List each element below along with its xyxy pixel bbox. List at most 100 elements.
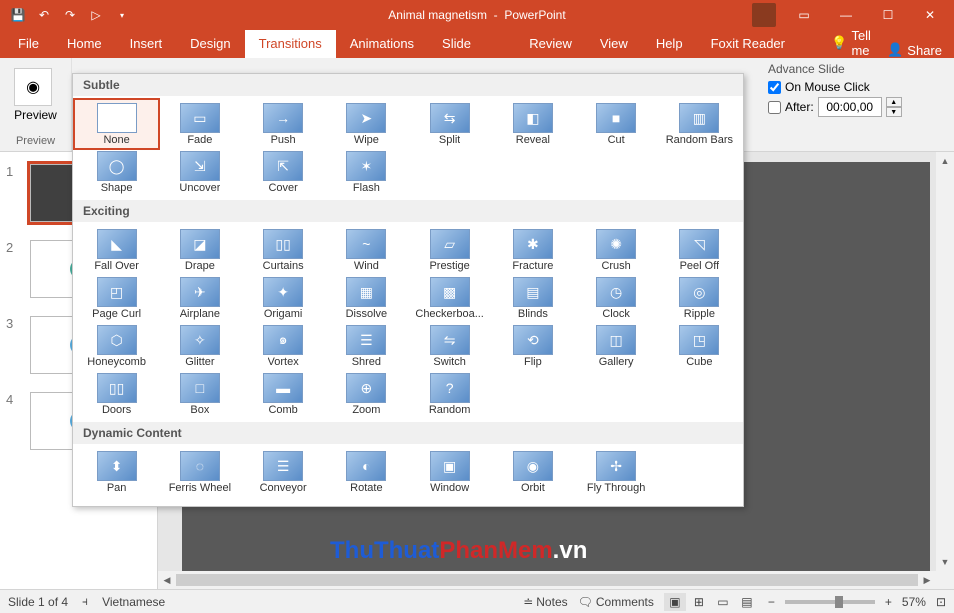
- preview-button[interactable]: ◉ Preview: [14, 62, 57, 122]
- transition-checkerboa-[interactable]: ▩Checkerboa...: [408, 274, 491, 322]
- transition-reveal[interactable]: ◧Reveal: [491, 100, 574, 148]
- after-time-spinner[interactable]: ▲▼: [886, 97, 902, 117]
- transition-uncover[interactable]: ⇲Uncover: [158, 148, 241, 196]
- transition-drape[interactable]: ◪Drape: [158, 226, 241, 274]
- transition-airplane[interactable]: ✈Airplane: [158, 274, 241, 322]
- transition-flash[interactable]: ✶Flash: [325, 148, 408, 196]
- zoom-in-icon[interactable]: +: [885, 595, 892, 609]
- zoom-slider[interactable]: [785, 600, 875, 604]
- transition-origami[interactable]: ✦Origami: [242, 274, 325, 322]
- sorter-view-icon[interactable]: ⊞: [688, 593, 710, 611]
- tab-home[interactable]: Home: [53, 30, 116, 58]
- fit-to-window-icon[interactable]: ⊡: [936, 595, 946, 609]
- transition-flip[interactable]: ⟲Flip: [491, 322, 574, 370]
- transition-label: Fly Through: [587, 482, 646, 494]
- transition-none[interactable]: None: [75, 100, 158, 148]
- transition-gallery[interactable]: ◫Gallery: [575, 322, 658, 370]
- transition-cover[interactable]: ⇱Cover: [242, 148, 325, 196]
- transition-conveyor[interactable]: ☰Conveyor: [242, 448, 325, 496]
- transition-dissolve[interactable]: ▦Dissolve: [325, 274, 408, 322]
- transition-box[interactable]: □Box: [158, 370, 241, 418]
- tab-transitions[interactable]: Transitions: [245, 30, 336, 58]
- transition-split[interactable]: ⇆Split: [408, 100, 491, 148]
- close-icon[interactable]: ✕: [910, 0, 950, 30]
- transition-icon: ✶: [346, 151, 386, 181]
- transition-icon: ✺: [596, 229, 636, 259]
- transition-label: Airplane: [180, 308, 220, 320]
- transition-switch[interactable]: ⇋Switch: [408, 322, 491, 370]
- transition-window[interactable]: ▣Window: [408, 448, 491, 496]
- transition-glitter[interactable]: ✧Glitter: [158, 322, 241, 370]
- transition-cube[interactable]: ◳Cube: [658, 322, 741, 370]
- transition-cut[interactable]: ■Cut: [575, 100, 658, 148]
- transition-page-curl[interactable]: ◰Page Curl: [75, 274, 158, 322]
- qat-dropdown-icon[interactable]: ▾: [110, 3, 134, 27]
- transition-fly-through[interactable]: ✢Fly Through: [575, 448, 658, 496]
- tab-help[interactable]: Help: [642, 30, 697, 58]
- transition-icon: ✢: [596, 451, 636, 481]
- transition-icon: ?: [430, 373, 470, 403]
- share-button[interactable]: 👤Share: [887, 42, 942, 58]
- transition-zoom[interactable]: ⊕Zoom: [325, 370, 408, 418]
- transition-wind[interactable]: ~Wind: [325, 226, 408, 274]
- transition-label: Push: [271, 134, 296, 146]
- transition-icon: ✱: [513, 229, 553, 259]
- comments-button[interactable]: 🗨 Comments: [578, 595, 654, 609]
- tab-view[interactable]: View: [586, 30, 642, 58]
- transition-ferris-wheel[interactable]: ◌Ferris Wheel: [158, 448, 241, 496]
- transition-comb[interactable]: ▬Comb: [242, 370, 325, 418]
- notes-button[interactable]: ≐ Notes: [523, 595, 567, 609]
- transition-fade[interactable]: ▭Fade: [158, 100, 241, 148]
- transition-rotate[interactable]: ◐Rotate: [325, 448, 408, 496]
- tab-design[interactable]: Design: [176, 30, 244, 58]
- on-mouse-click-checkbox[interactable]: [768, 81, 781, 94]
- transition-clock[interactable]: ◷Clock: [575, 274, 658, 322]
- start-from-beginning-icon[interactable]: ▷: [84, 3, 108, 27]
- transition-wipe[interactable]: ➤Wipe: [325, 100, 408, 148]
- transition-doors[interactable]: ▯▯Doors: [75, 370, 158, 418]
- tab-slideshow[interactable]: Slide Show: [428, 30, 515, 58]
- tab-animations[interactable]: Animations: [336, 30, 428, 58]
- zoom-out-icon[interactable]: −: [768, 595, 775, 609]
- transition-random-bars[interactable]: ▥Random Bars: [658, 100, 741, 148]
- tab-foxit[interactable]: Foxit Reader PDF: [697, 30, 820, 58]
- undo-icon[interactable]: ↶: [32, 3, 56, 27]
- redo-icon[interactable]: ↷: [58, 3, 82, 27]
- zoom-level[interactable]: 57%: [902, 595, 926, 609]
- reading-view-icon[interactable]: ▭: [712, 593, 734, 611]
- avatar[interactable]: [752, 3, 776, 27]
- tell-me[interactable]: 💡Tell me: [831, 28, 887, 58]
- transition-shape[interactable]: ◯Shape: [75, 148, 158, 196]
- maximize-icon[interactable]: ☐: [868, 0, 908, 30]
- transition-prestige[interactable]: ▱Prestige: [408, 226, 491, 274]
- transition-crush[interactable]: ✺Crush: [575, 226, 658, 274]
- transition-blinds[interactable]: ▤Blinds: [491, 274, 574, 322]
- transition-push[interactable]: →Push: [242, 100, 325, 148]
- transition-label: Random Bars: [666, 134, 733, 146]
- after-time-input[interactable]: [818, 97, 882, 117]
- save-icon[interactable]: 💾: [6, 3, 30, 27]
- transition-random[interactable]: ?Random: [408, 370, 491, 418]
- horizontal-scrollbar[interactable]: ◀▶: [158, 571, 936, 589]
- transition-fracture[interactable]: ✱Fracture: [491, 226, 574, 274]
- slideshow-view-icon[interactable]: ▤: [736, 593, 758, 611]
- transition-curtains[interactable]: ▯▯Curtains: [242, 226, 325, 274]
- transition-fall-over[interactable]: ◣Fall Over: [75, 226, 158, 274]
- after-checkbox[interactable]: [768, 101, 781, 114]
- transition-honeycomb[interactable]: ⬡Honeycomb: [75, 322, 158, 370]
- transition-ripple[interactable]: ◎Ripple: [658, 274, 741, 322]
- language-label[interactable]: Vietnamese: [102, 595, 165, 609]
- tab-insert[interactable]: Insert: [116, 30, 177, 58]
- tab-file[interactable]: File: [4, 30, 53, 58]
- transition-pan[interactable]: ⬍Pan: [75, 448, 158, 496]
- transition-vortex[interactable]: ๑Vortex: [242, 322, 325, 370]
- transition-shred[interactable]: ☰Shred: [325, 322, 408, 370]
- transition-peel-off[interactable]: ◹Peel Off: [658, 226, 741, 274]
- minimize-icon[interactable]: —: [826, 0, 866, 30]
- transition-orbit[interactable]: ◉Orbit: [491, 448, 574, 496]
- normal-view-icon[interactable]: ▣: [664, 593, 686, 611]
- ribbon-options-icon[interactable]: ▭: [784, 0, 824, 30]
- tab-review[interactable]: Review: [515, 30, 586, 58]
- vertical-scrollbar[interactable]: ▲▼: [936, 152, 954, 589]
- spellcheck-icon[interactable]: ⫞: [82, 594, 88, 609]
